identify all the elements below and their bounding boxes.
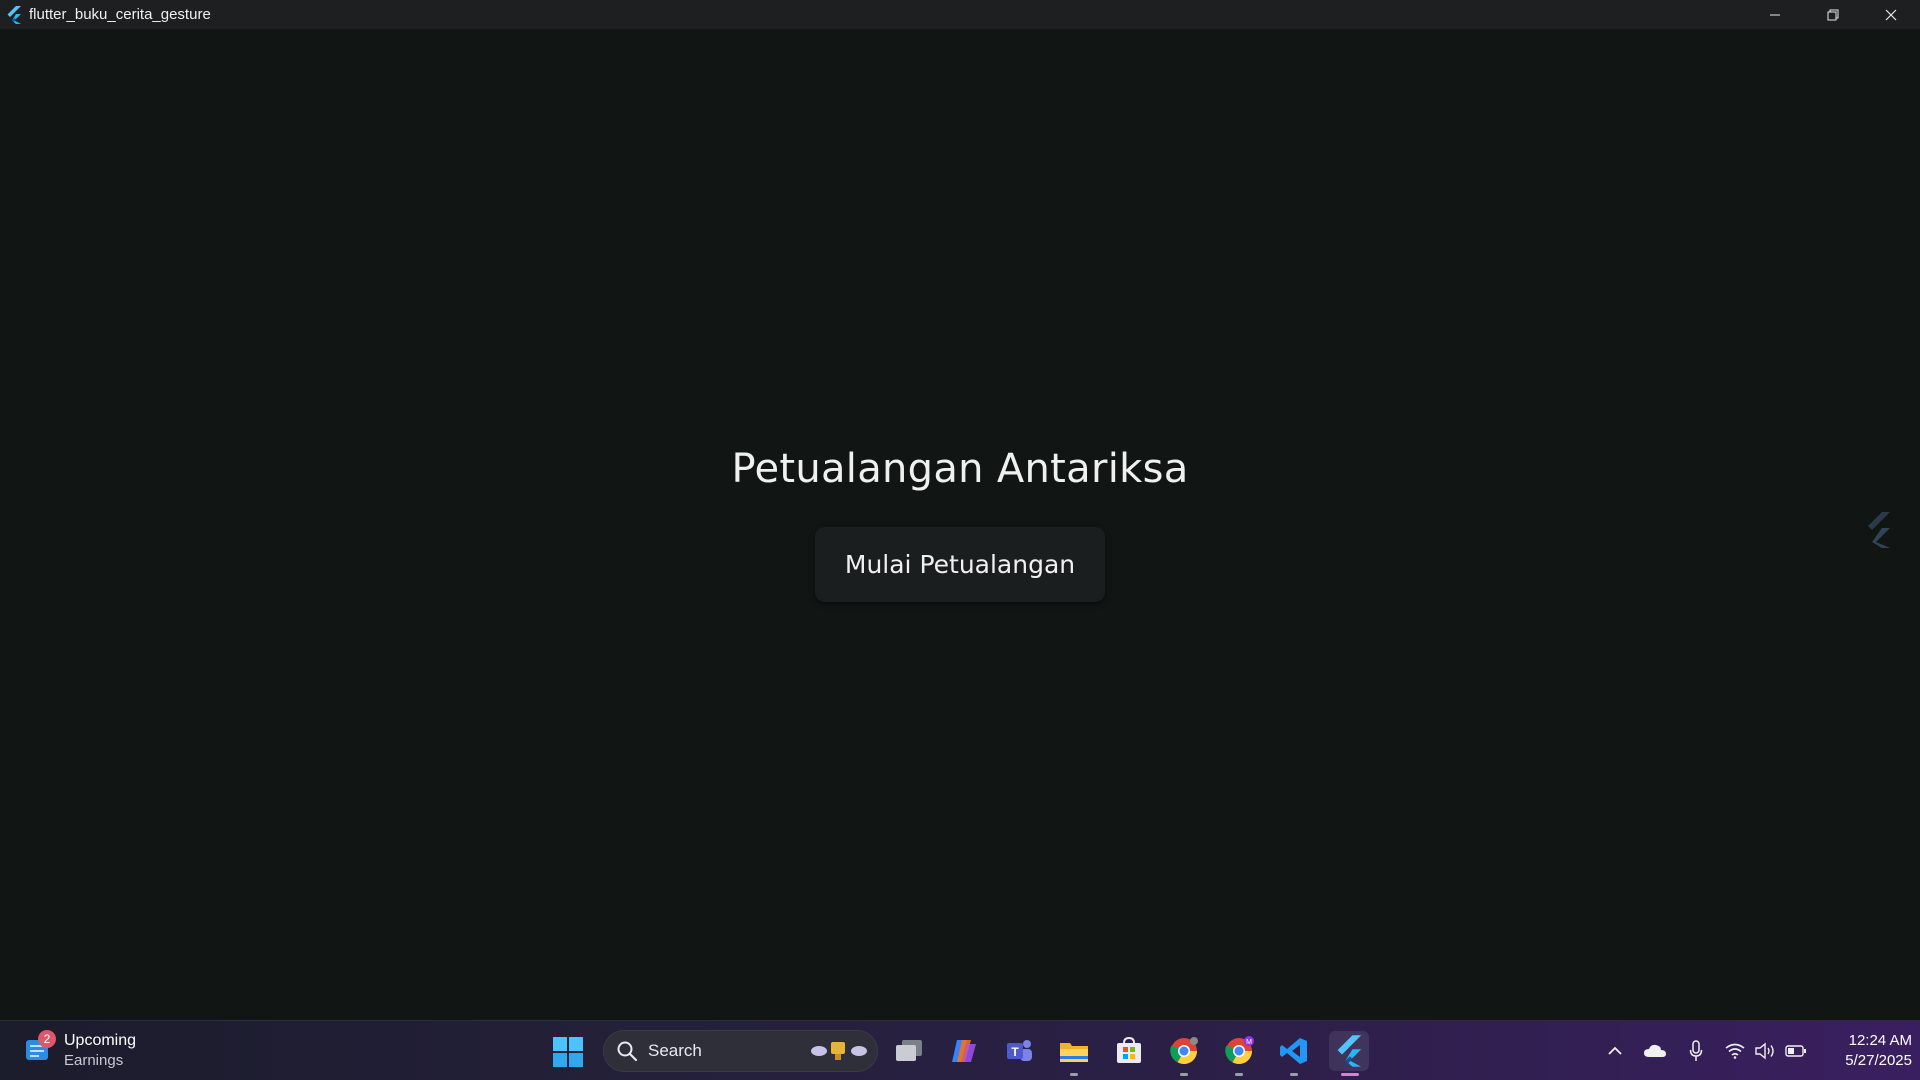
taskbar-app-file-explorer[interactable] — [1054, 1031, 1094, 1076]
taskbar-search[interactable]: Search — [603, 1030, 878, 1072]
close-button[interactable] — [1862, 0, 1920, 29]
running-indicator — [1290, 1073, 1298, 1076]
copilot-icon — [952, 1040, 976, 1062]
wifi-icon — [1725, 1043, 1745, 1059]
taskbar-clock[interactable]: 12:24 AM 5/27/2025 — [1822, 1031, 1912, 1071]
minimize-icon — [1770, 14, 1780, 15]
flutter-debug-icon — [1868, 512, 1890, 548]
tray-onedrive[interactable] — [1643, 1039, 1667, 1063]
running-indicator — [1070, 1073, 1078, 1076]
taskbar: 2 Upcoming Earnings Search T M 12:24 AM … — [0, 1020, 1920, 1080]
search-placeholder: Search — [648, 1041, 702, 1060]
svg-text:T: T — [1011, 1045, 1019, 1059]
file-explorer-icon — [1060, 1043, 1088, 1062]
taskbar-app-teams[interactable]: T — [999, 1031, 1039, 1071]
flutter-logo-icon — [4, 5, 24, 25]
tray-volume[interactable] — [1753, 1039, 1777, 1063]
windows-logo-icon — [553, 1037, 583, 1067]
tray-network[interactable] — [1723, 1039, 1747, 1063]
window-title: flutter_buku_cerita_gesture — [29, 6, 211, 23]
stocks-widget-icon: 2 — [24, 1030, 56, 1066]
tray-overflow-button[interactable] — [1603, 1039, 1627, 1063]
taskbar-app-store[interactable] — [1109, 1031, 1149, 1071]
profile-badge: M — [1246, 1039, 1252, 1046]
widget-subtitle: Earnings — [64, 1052, 124, 1069]
taskbar-app-chrome[interactable] — [1164, 1031, 1204, 1076]
microphone-icon — [1689, 1040, 1703, 1061]
taskbar-app-task-view[interactable] — [889, 1031, 929, 1071]
speaker-icon — [1755, 1042, 1774, 1060]
tray-microphone[interactable] — [1684, 1039, 1708, 1063]
restore-button[interactable] — [1804, 0, 1862, 29]
microsoft-store-icon — [1117, 1036, 1141, 1063]
chrome-icon — [1170, 1037, 1198, 1065]
clock-time: 12:24 AM — [1848, 1032, 1912, 1049]
chrome-profile-icon: M — [1225, 1036, 1254, 1065]
taskbar-app-flutter[interactable] — [1329, 1031, 1369, 1076]
taskbar-app-vscode[interactable] — [1274, 1031, 1314, 1076]
notification-badge: 2 — [38, 1030, 56, 1048]
chevron-up-icon — [1608, 1046, 1622, 1055]
vscode-icon — [1280, 1038, 1307, 1064]
search-icon — [617, 1041, 638, 1062]
clock-date: 5/27/2025 — [1845, 1052, 1912, 1069]
close-icon — [1885, 9, 1897, 20]
search-highlight-icon — [811, 1042, 867, 1060]
widgets-button[interactable]: 2 Upcoming Earnings — [24, 1029, 136, 1073]
task-view-icon — [896, 1040, 922, 1061]
cloud-icon — [1644, 1044, 1666, 1057]
running-indicator — [1341, 1073, 1359, 1076]
window-titlebar: flutter_buku_cerita_gesture — [0, 0, 1920, 29]
start-button[interactable] — [552, 1036, 584, 1068]
teams-icon: T — [1007, 1040, 1032, 1061]
page-title: Petualangan Antariksa — [731, 446, 1189, 492]
running-indicator — [1180, 1073, 1188, 1076]
battery-icon — [1785, 1045, 1806, 1057]
tray-battery[interactable] — [1784, 1039, 1808, 1063]
taskbar-app-chrome-profile[interactable]: M — [1219, 1031, 1259, 1076]
flutter-inspector-handle[interactable] — [1862, 510, 1896, 550]
flutter-app-icon — [1337, 1035, 1362, 1067]
start-adventure-button[interactable]: Mulai Petualangan — [815, 527, 1105, 602]
app-canvas: Petualangan Antariksa Mulai Petualangan — [0, 29, 1920, 1020]
running-indicator — [1235, 1073, 1243, 1076]
minimize-button[interactable] — [1746, 0, 1804, 29]
widget-title: Upcoming — [64, 1032, 137, 1049]
restore-icon — [1827, 9, 1839, 20]
taskbar-app-copilot[interactable] — [944, 1031, 984, 1071]
